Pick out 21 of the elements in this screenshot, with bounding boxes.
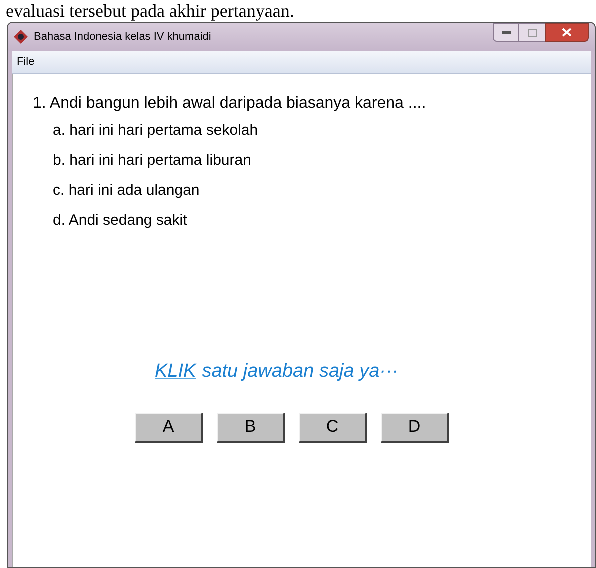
instruction-text: satu jawaban saja ya···: [202, 360, 399, 384]
menu-item[interactable]: File: [15, 54, 37, 70]
klik-link[interactable]: KLIK: [155, 358, 196, 386]
answer-option: c. hari ini ada ulangan: [53, 176, 591, 206]
app-icon: [14, 30, 28, 44]
close-icon: [562, 28, 572, 37]
answer-button[interactable]: B: [217, 412, 285, 442]
document-text: evaluasi tersebut pada akhir pertanyaan.: [6, 0, 296, 22]
question-text: 1. Andi bangun lebih awal daripada biasanya karena ....: [33, 94, 428, 114]
minimize-icon: [502, 31, 510, 34]
answer-option: d. Andi sedang sakit: [53, 206, 591, 236]
minimize-button[interactable]: [493, 23, 519, 42]
answer-button[interactable]: D: [381, 412, 449, 442]
answer-button[interactable]: A: [135, 412, 203, 442]
answer-button[interactable]: C: [299, 412, 367, 442]
answer-option: a. hari ini hari pertama sekolah: [53, 116, 591, 146]
window-title: Bahasa Indonesia kelas IV khumaidi: [34, 30, 212, 45]
maximize-button[interactable]: [519, 23, 545, 42]
close-button[interactable]: [545, 23, 589, 42]
answer-option: b. hari ini hari pertama liburan: [53, 146, 591, 176]
maximize-icon: [528, 28, 536, 36]
